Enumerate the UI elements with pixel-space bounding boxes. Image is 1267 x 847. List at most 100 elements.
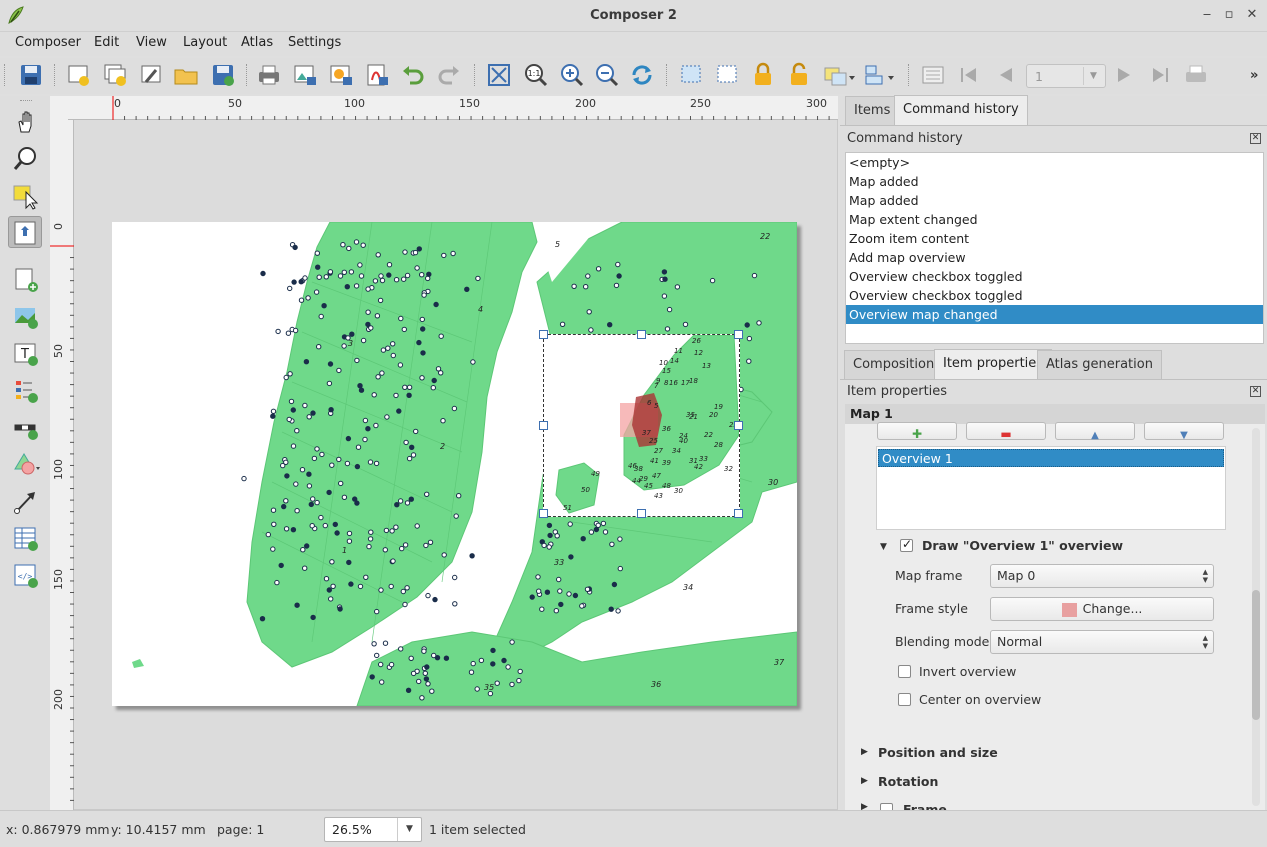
overview-list[interactable]: Overview 1 (876, 446, 1226, 530)
resize-handle[interactable] (637, 509, 646, 518)
tab-items[interactable]: Items (845, 96, 900, 126)
move-overview-up-button[interactable]: ▲ (1055, 422, 1135, 441)
add-map-icon[interactable] (12, 266, 40, 294)
pan-icon[interactable] (12, 108, 40, 136)
minimize-icon[interactable]: ‒ (1198, 7, 1216, 23)
section-frame-row[interactable]: ▶ Frame (845, 800, 1253, 810)
zoom-actual-icon[interactable]: 1:1 (522, 62, 548, 88)
close-icon[interactable]: ✕ (1243, 7, 1261, 23)
menu-composer[interactable]: Composer (15, 35, 81, 50)
menu-layout[interactable]: Layout (183, 35, 227, 50)
last-feature-icon[interactable] (1147, 62, 1173, 88)
refresh-icon[interactable] (629, 62, 655, 88)
history-item[interactable]: Map added (846, 191, 1263, 210)
move-content-tool[interactable] (8, 216, 42, 248)
composer-manager-icon[interactable] (138, 62, 164, 88)
center-overview-checkbox[interactable] (898, 693, 911, 706)
overview-list-item[interactable]: Overview 1 (878, 449, 1224, 467)
menu-atlas[interactable]: Atlas (241, 35, 273, 50)
new-composer-icon[interactable] (65, 62, 91, 88)
history-item[interactable]: Add map overview (846, 248, 1263, 267)
resize-handle[interactable] (637, 330, 646, 339)
collapse-triangle-icon[interactable]: ▼ (880, 542, 887, 552)
export-image-icon[interactable] (292, 62, 318, 88)
frame-checkbox[interactable] (880, 803, 893, 810)
lock-icon[interactable] (750, 62, 776, 88)
atlas-preview-icon[interactable] (920, 62, 946, 88)
chevron-down-icon[interactable]: ▼ (1083, 67, 1103, 85)
frame-style-button[interactable]: Change... (990, 597, 1214, 621)
add-label-icon[interactable]: T (12, 340, 40, 368)
tab-atlas-generation[interactable]: Atlas generation (1037, 350, 1162, 380)
atlas-page-combo[interactable]: 1 ▼ (1026, 64, 1106, 88)
add-arrow-icon[interactable] (12, 488, 40, 516)
overview-map-frame[interactable]: 49 50 51 2611121014131516171819202321222… (539, 330, 743, 518)
remove-overview-button[interactable]: ▬ (966, 422, 1046, 440)
overflow-icon[interactable]: » (1250, 68, 1258, 83)
map-page[interactable]: 5 22 4 3 2 1 33 34 35 37 36 30 49 50 51 … (112, 222, 797, 706)
expand-triangle-icon[interactable]: ▶ (861, 747, 868, 757)
add-table-icon[interactable] (12, 525, 40, 553)
prev-feature-icon[interactable] (992, 62, 1018, 88)
zoom-out-icon[interactable] (593, 62, 619, 88)
history-item-selected[interactable]: Overview map changed (846, 305, 1263, 324)
add-shape-icon[interactable] (12, 451, 40, 479)
duplicate-composer-icon[interactable] (102, 62, 128, 88)
add-legend-icon[interactable] (12, 377, 40, 405)
save-icon[interactable] (18, 62, 44, 88)
deselect-icon[interactable] (714, 62, 740, 88)
select-move-tool[interactable] (8, 178, 42, 212)
first-feature-icon[interactable] (956, 62, 982, 88)
resize-handle[interactable] (539, 421, 548, 430)
export-pdf-icon[interactable] (364, 62, 390, 88)
maximize-icon[interactable]: ▫ (1220, 7, 1238, 23)
atlas-print-icon[interactable] (1183, 62, 1209, 88)
scrollbar-thumb[interactable] (1252, 590, 1260, 720)
select-all-icon[interactable] (678, 62, 704, 88)
map-frame-combo[interactable]: Map 0 ▲ ▼ (990, 564, 1214, 588)
expand-triangle-icon[interactable]: ▶ (861, 776, 868, 786)
add-overview-button[interactable]: ✚ (877, 422, 957, 440)
menu-edit[interactable]: Edit (94, 35, 119, 50)
section-position-size[interactable]: Position and size (878, 745, 998, 760)
scrollbar[interactable] (1252, 428, 1260, 806)
undo-icon[interactable] (400, 62, 426, 88)
align-icon[interactable] (862, 62, 896, 88)
tab-command-history[interactable]: Command history (894, 95, 1028, 125)
next-feature-icon[interactable] (1112, 62, 1138, 88)
command-history-list[interactable]: <empty> Map added Map added Map extent c… (845, 152, 1264, 344)
menu-settings[interactable]: Settings (288, 35, 341, 50)
print-icon[interactable] (256, 62, 282, 88)
move-overview-down-button[interactable]: ▼ (1144, 422, 1224, 441)
close-panel-icon[interactable]: ✕ (1250, 386, 1261, 397)
draw-overview-checkbox[interactable]: ✓ (900, 537, 913, 552)
tab-item-properties[interactable]: Item properties (934, 349, 1053, 379)
close-panel-icon[interactable]: ✕ (1250, 133, 1261, 144)
resize-handle[interactable] (734, 509, 743, 518)
history-item[interactable]: Overview checkbox toggled (846, 286, 1263, 305)
add-scalebar-icon[interactable] (12, 414, 40, 442)
section-rotation[interactable]: Rotation (878, 774, 938, 789)
zoom-tool-icon[interactable] (12, 145, 40, 173)
tab-composition[interactable]: Composition (844, 350, 944, 380)
history-item[interactable]: Overview checkbox toggled (846, 267, 1263, 286)
blending-mode-combo[interactable]: Normal ▲ ▼ (990, 630, 1214, 654)
chevron-down-icon[interactable]: ▼ (397, 818, 421, 841)
history-item[interactable]: Zoom item content (846, 229, 1263, 248)
group-icon[interactable] (822, 62, 856, 88)
redo-icon[interactable] (436, 62, 462, 88)
history-item[interactable]: Map added (846, 172, 1263, 191)
vertical-ruler[interactable]: 0 50 100 150 200 (50, 120, 74, 810)
zoom-combo[interactable]: 26.5% ▼ (324, 817, 422, 842)
history-item[interactable]: <empty> (846, 153, 1263, 172)
save-template-icon[interactable] (210, 62, 236, 88)
resize-handle[interactable] (539, 509, 548, 518)
zoom-full-icon[interactable] (486, 62, 512, 88)
add-image-icon[interactable] (12, 303, 40, 331)
add-html-icon[interactable]: </> (12, 562, 40, 590)
section-frame[interactable]: Frame (903, 802, 947, 810)
expand-triangle-icon[interactable]: ▶ (861, 802, 868, 810)
open-template-icon[interactable] (173, 62, 199, 88)
invert-overview-checkbox[interactable] (898, 665, 911, 678)
horizontal-ruler[interactable]: 0 50 100 150 200 250 300 (68, 96, 838, 120)
